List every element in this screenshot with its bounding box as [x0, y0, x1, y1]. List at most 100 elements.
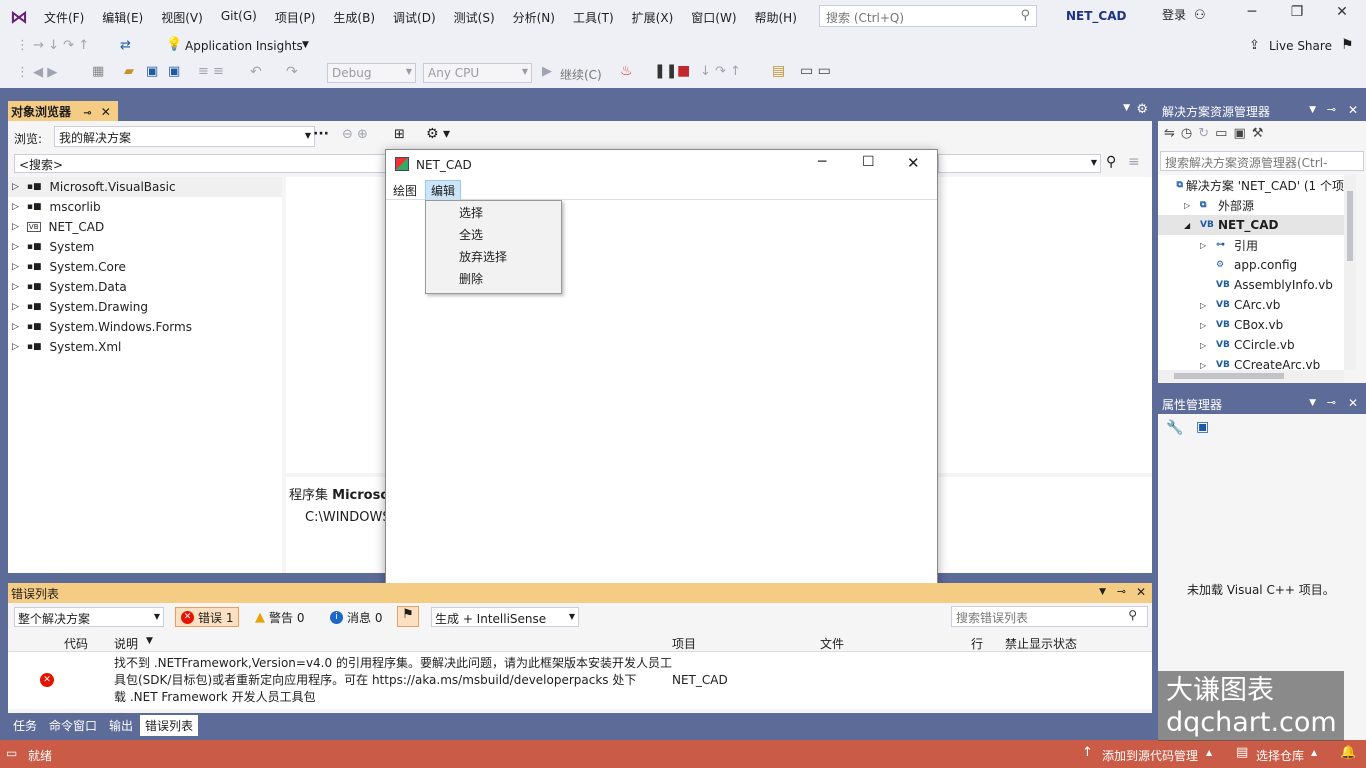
new-project-icon[interactable]: ▦	[92, 64, 104, 79]
panel-dropdown-icon[interactable]: ▼	[1309, 105, 1316, 115]
window-layout-icon[interactable]: ▭ ▭	[800, 63, 831, 79]
solution-tree-item[interactable]: ▷ VB CBox.vb	[1158, 315, 1344, 335]
settings-icon[interactable]: ⚙	[1136, 102, 1148, 117]
menu-project[interactable]: 项目(P)	[275, 9, 316, 26]
continue-button[interactable]: 继续(C)	[560, 66, 602, 83]
pin-icon[interactable]: ⊸	[83, 108, 91, 119]
tree-item[interactable]: ▷ ▪■ System.Windows.Forms	[8, 317, 282, 337]
pin-icon[interactable]: ⊸	[1327, 396, 1336, 409]
menu-view[interactable]: 视图(V)	[161, 9, 203, 26]
col-suppression[interactable]: 禁止显示状态	[1005, 635, 1077, 652]
nav-back-icon[interactable]: ⊖ ⊕	[342, 127, 368, 142]
tree-item[interactable]: ▷ ▪■ System.Xml	[8, 337, 282, 357]
expand-icon[interactable]: ▷	[12, 242, 19, 252]
expand-icon[interactable]: ▷	[1200, 321, 1216, 330]
menu-item-select-all[interactable]: 全选	[426, 224, 561, 246]
solution-tree-item[interactable]: ▷ ⊶ 引用	[1158, 235, 1344, 255]
config-dropdown[interactable]: Debug ▼	[327, 63, 416, 83]
refresh-icon[interactable]: ↻	[1198, 126, 1215, 141]
search-input[interactable]: 搜索 (Ctrl+Q) ⚲	[819, 5, 1037, 27]
menu-edit[interactable]: 编辑(E)	[102, 9, 143, 26]
sync-icon[interactable]: ⇋	[1164, 126, 1181, 141]
login-button[interactable]: 登录	[1162, 6, 1186, 23]
col-file[interactable]: 文件	[820, 635, 844, 652]
solution-tree-item[interactable]: VB AssemblyInfo.vb	[1158, 275, 1344, 295]
wrench-icon[interactable]: 🔧	[1166, 420, 1183, 436]
show-all-icon[interactable]: ▣	[1233, 126, 1251, 141]
member-search-input[interactable]: ▼	[938, 154, 1101, 173]
panel-dropdown-icon[interactable]: ▼	[1309, 398, 1316, 408]
redo-icon[interactable]: ↷	[286, 64, 298, 80]
horizontal-scrollbar[interactable]	[1158, 370, 1344, 382]
expand-icon[interactable]: ▷	[1200, 241, 1216, 250]
expand-icon[interactable]: ▷	[12, 182, 19, 192]
platform-dropdown[interactable]: Any CPU ▼	[423, 63, 532, 83]
menu-dialog-edit[interactable]: 编辑	[425, 180, 462, 201]
col-description[interactable]: 说明	[114, 635, 138, 652]
expand-icon[interactable]: ▷	[12, 322, 19, 332]
diagnostics-icon[interactable]: ⇄	[120, 38, 131, 53]
expand-icon[interactable]: ▷	[12, 222, 19, 232]
tree-item[interactable]: ▷ ▪■ Microsoft.VisualBasic	[8, 177, 282, 197]
error-search-input[interactable]: 搜索错误列表 ⚲	[951, 606, 1148, 627]
save-icon[interactable]: ▣	[1196, 419, 1209, 435]
save-all-icon[interactable]: ▣	[168, 64, 180, 79]
expand-icon[interactable]: ▷	[12, 202, 19, 212]
expand-icon[interactable]: ▷	[12, 342, 19, 352]
solution-tree-item[interactable]: ▷ VB CArc.vb	[1158, 295, 1344, 315]
open-folder-icon[interactable]: ▰	[124, 64, 134, 79]
menu-tools[interactable]: 工具(T)	[573, 9, 614, 26]
col-project[interactable]: 项目	[672, 635, 696, 652]
live-share-button[interactable]: Live Share	[1269, 39, 1332, 53]
expand-icon[interactable]: ▷	[1184, 201, 1200, 210]
tab-output[interactable]: 输出	[104, 715, 138, 736]
tree-item[interactable]: ▷ ▪■ mscorlib	[8, 197, 282, 217]
back-forward-icon[interactable]: ⋮ ◀ ▶	[16, 65, 57, 80]
expand-icon[interactable]: ◢	[1184, 221, 1200, 230]
app-insights-button[interactable]: Application Insights	[185, 39, 303, 53]
scope-dropdown[interactable]: 整个解决方案 ▼	[14, 607, 164, 627]
dialog-minimize-button[interactable]: ─	[818, 154, 826, 170]
expand-icon[interactable]: ▷	[12, 262, 19, 272]
menu-draw[interactable]: 绘图	[393, 182, 417, 199]
add-source-control-button[interactable]: 添加到源代码管理	[1102, 747, 1198, 764]
search-icon[interactable]: ⚲	[1106, 154, 1116, 170]
close-icon[interactable]: ✕	[1348, 103, 1358, 117]
save-icon[interactable]: ▣	[146, 64, 158, 79]
col-code[interactable]: 代码	[64, 635, 88, 652]
stop-icon[interactable]: ■	[677, 63, 690, 79]
panel-dropdown-icon[interactable]: ▼	[1099, 587, 1106, 597]
dialog-close-button[interactable]: ✕	[907, 154, 920, 172]
undo-icon[interactable]: ↶	[250, 64, 262, 80]
menu-git[interactable]: Git(G)	[221, 9, 257, 26]
object-search-input[interactable]: <搜索>	[14, 154, 388, 173]
close-icon[interactable]: ✕	[1136, 585, 1146, 599]
tree-item[interactable]: ▷ ▪■ System.Core	[8, 257, 282, 277]
solution-tree-item[interactable]: ⚙ app.config	[1158, 255, 1344, 275]
clear-search-icon[interactable]: ≡	[1128, 154, 1140, 170]
add-reference-icon[interactable]: ⊞	[394, 127, 405, 142]
solution-tree-item[interactable]: ▷ VB CCreateArc.vb	[1158, 355, 1344, 370]
warnings-filter-button[interactable]: ▲ 警告 0	[251, 607, 308, 627]
tree-item[interactable]: ▷ ▪■ System	[8, 237, 282, 257]
solution-search-input[interactable]: 搜索解决方案资源管理器(Ctrl-	[1160, 151, 1364, 171]
messages-filter-button[interactable]: i 消息 0	[326, 607, 386, 627]
settings-dropdown-icon[interactable]: ⚙ ▾	[426, 126, 450, 142]
menu-item-select[interactable]: 选择	[426, 202, 561, 224]
tab-command[interactable]: 命令窗口	[44, 715, 102, 736]
pause-icon[interactable]: ❚❚	[654, 63, 677, 79]
tab-error-list[interactable]: 错误列表	[140, 714, 199, 736]
close-button[interactable]: ✕	[1328, 4, 1356, 28]
close-icon[interactable]: ✕	[1348, 396, 1358, 410]
menu-window[interactable]: 窗口(W)	[691, 9, 736, 26]
account-icon[interactable]: ⚇	[1194, 8, 1206, 23]
restore-button[interactable]: ❐	[1283, 4, 1311, 28]
select-repo-button[interactable]: 选择仓库	[1256, 747, 1304, 764]
solution-tree-item[interactable]: ◢ VB NET_CAD	[1158, 215, 1344, 235]
menu-debug[interactable]: 调试(D)	[393, 9, 436, 26]
menu-item-deselect[interactable]: 放弃选择	[426, 246, 561, 268]
menu-item-delete[interactable]: 删除	[426, 268, 561, 290]
notification-icon[interactable]: 🔔	[1340, 745, 1356, 760]
tree-item[interactable]: ▷ VB NET_CAD	[8, 217, 282, 237]
build-filter-dropdown[interactable]: 生成 + IntelliSense ▼	[431, 607, 579, 627]
